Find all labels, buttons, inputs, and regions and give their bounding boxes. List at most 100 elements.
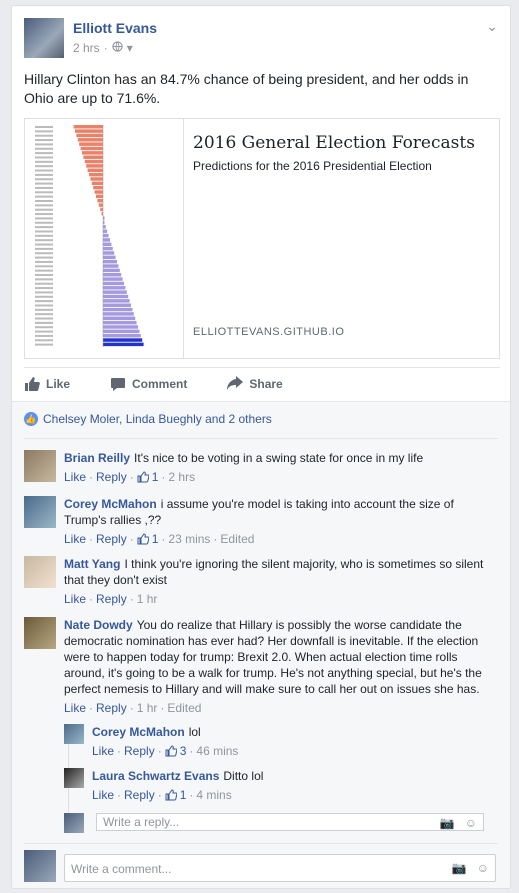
reply-time[interactable]: 4 mins [196,787,231,803]
commenter-avatar[interactable] [24,450,56,482]
thumbnail-bar [103,255,116,260]
thumbnail-row-label [35,130,53,133]
commenter-name[interactable]: Corey McMahon [64,497,157,511]
thumbnail-bar [83,155,103,159]
like-button[interactable]: Like [24,376,70,392]
thumbnail-bar [103,281,124,286]
thumbnail-bar-chart [35,125,144,347]
thumbnail-bar [103,273,122,277]
commenter-name[interactable]: Nate Dowdy [64,618,133,632]
thumbnail-row-label [35,152,53,155]
thumbnail-bar [87,168,103,173]
comment-like-link[interactable]: Like [64,591,86,607]
commenter-avatar[interactable] [24,496,56,528]
link-preview[interactable]: 2016 General Election Forecasts Predicti… [24,118,500,359]
post-actions: Like Comment Share [24,367,500,400]
link-title[interactable]: 2016 General Election Forecasts [193,133,475,153]
camera-icon[interactable]: 📷 [452,861,467,875]
thumbnail-bar [103,333,141,338]
like-badge-icon: 👍 [24,412,38,426]
thumbnail-row-label [35,200,53,202]
post-time[interactable]: 2 hrs [73,41,100,55]
thumbnail-bar [103,229,108,233]
thumbnail-bar [103,316,136,321]
thumbnail-bar [103,294,129,299]
thumbnail-row-label [35,126,53,128]
author-name[interactable]: Elliott Evans [73,20,157,36]
comment-input[interactable]: Write a comment... 📷 ☺ [64,854,496,882]
comment-time[interactable]: 1 hr [137,700,158,716]
thumbnail-row-label [35,278,53,281]
thumbnail-bar [103,264,119,268]
emoji-icon[interactable]: ☺ [477,861,489,875]
replier-name[interactable]: Corey McMahon [92,725,185,739]
like-count[interactable]: 1 [152,469,159,485]
reply-reply-link[interactable]: Reply [124,743,155,759]
reply-like-link[interactable]: Like [92,743,114,759]
reply-like-link[interactable]: Like [92,787,114,803]
thumbnail-bar [103,225,106,229]
share-button[interactable]: Share [227,376,283,392]
replier-name[interactable]: Laura Schwartz Evans [92,769,219,783]
thumbnail-bar [103,246,113,251]
thumbnail-row-label [35,256,53,259]
comment-time[interactable]: 1 hr [137,591,158,607]
author-avatar[interactable] [24,18,64,58]
chevron-down-icon[interactable]: ⌄ [486,18,498,35]
emoji-icon[interactable]: ☺ [465,816,477,830]
comment-like-link[interactable]: Like [64,700,86,716]
post-meta: 2 hrs · ▾ [73,41,133,55]
like-count[interactable]: 3 [180,743,187,759]
thumbnail-row-label [35,186,53,189]
thumbnail-row-label [35,260,53,263]
thumbnail-row-label [35,173,53,176]
like-count[interactable]: 1 [152,531,159,547]
thumbnail-row-label [35,234,53,237]
commenter-name[interactable]: Matt Yang [64,557,120,571]
thumbnail-row-label [35,252,53,255]
thumbnail-row-label [35,213,53,216]
edited-label[interactable]: Edited [167,700,201,716]
thumbnail-bar [93,185,103,190]
thumbnail-bar [97,199,103,203]
comment-actions: Like · Reply · 1 · 2 hrs [64,469,196,485]
like-count[interactable]: 1 [180,787,187,803]
thumbnail-bar [103,338,143,342]
comment-button[interactable]: Comment [110,376,187,392]
thumbnail-bar [77,138,103,142]
thumbnail-bar [90,177,103,181]
thumbnail-bar [79,142,103,146]
comment-like-link[interactable]: Like [64,531,86,547]
audience-chevron-icon[interactable]: ▾ [127,41,133,55]
commenter-avatar[interactable] [24,556,56,588]
thumbnail-bar [73,125,103,129]
thumbnail-bar [103,299,130,303]
comment-reply-link[interactable]: Reply [96,531,127,547]
replier-avatar[interactable] [64,724,84,744]
thumbnail-bar [103,342,144,347]
comment-reply-link[interactable]: Reply [96,591,127,607]
likes-summary[interactable]: 👍 Chelsey Moler, Linda Bueghly and 2 oth… [24,412,272,426]
thumbnail-row-label [35,208,53,211]
thumbnail-bar [96,194,103,199]
reply-text: Ditto lol [223,769,264,783]
reply-time[interactable]: 46 mins [196,743,238,759]
comment-time[interactable]: 23 mins [168,531,210,547]
thumbnail-row-label [35,330,53,333]
thumbnail-row-label [35,182,53,185]
thumbnail-row-label [35,343,53,346]
edited-label[interactable]: Edited [220,531,254,547]
comment-reply-link[interactable]: Reply [96,700,127,716]
replier-avatar[interactable] [64,768,84,788]
comment-time[interactable]: 2 hrs [168,469,195,485]
comment-reply-link[interactable]: Reply [96,469,127,485]
comment-like-link[interactable]: Like [64,469,86,485]
thumbnail-row-label [35,134,53,137]
comment-actions: Like · Reply · 1 · 23 mins · Edited [64,531,255,547]
thumbnail-row-label [35,239,53,242]
camera-icon[interactable]: 📷 [440,816,455,830]
reply-input[interactable]: Write a reply... 📷 ☺ [96,813,484,831]
reply-reply-link[interactable]: Reply [124,787,155,803]
commenter-name[interactable]: Brian Reilly [64,451,130,465]
commenter-avatar[interactable] [24,617,56,649]
